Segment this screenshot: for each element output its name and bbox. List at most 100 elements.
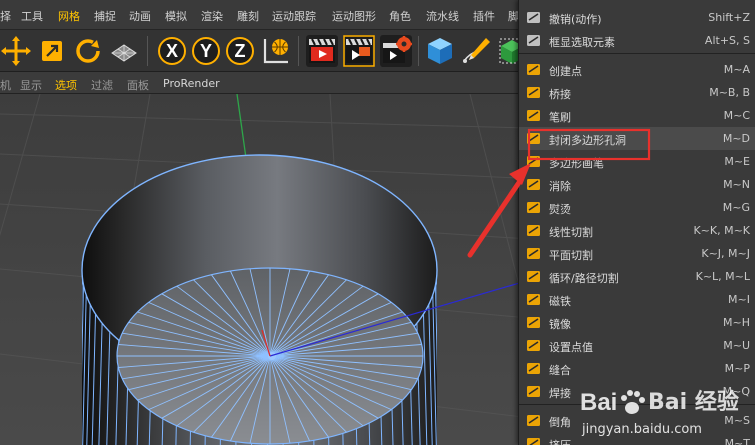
viewport-menu-options[interactable]: 选项 <box>55 77 77 93</box>
dissolve-icon <box>525 176 543 193</box>
context-menu-item-shortcut: Alt+S, S <box>704 34 750 47</box>
context-menu-item[interactable]: 消除 M~N <box>519 173 755 196</box>
viewport-menu-panel[interactable]: 面板 <box>127 77 149 93</box>
context-menu-item-shortcut: M~H <box>723 316 750 329</box>
bevel-icon <box>525 412 543 429</box>
context-menu-item-label: 挤压 <box>549 437 571 445</box>
context-menu-item[interactable]: 多边形画笔 M~E <box>519 150 755 173</box>
viewport-menu-filter[interactable]: 过滤 <box>91 77 113 93</box>
grid-icon[interactable] <box>108 35 140 67</box>
context-menu-item[interactable]: 挤压 M~T <box>519 432 755 445</box>
menu-separator <box>519 53 755 54</box>
context-menu-item[interactable]: 倒角 M~S <box>519 409 755 432</box>
context-menu-item[interactable]: 撤销(动作) Shift+Z <box>519 6 755 29</box>
z-axis-icon[interactable]: Z <box>224 35 256 67</box>
context-menu-item[interactable]: 镜像 M~H <box>519 311 755 334</box>
context-menu-item-shortcut: M~Q <box>722 385 750 398</box>
context-menu-item-shortcut: M~P <box>724 362 750 375</box>
context-menu-item-label: 焊接 <box>549 387 571 400</box>
viewport-menu-prorender[interactable]: ProRender <box>163 77 220 90</box>
frame-selection-icon <box>525 32 543 49</box>
context-menu-item-label: 笔刷 <box>549 111 571 124</box>
x-axis-label: X <box>166 41 178 61</box>
menu-pipeline[interactable]: 流水线 <box>426 8 459 24</box>
scale-icon[interactable] <box>36 35 68 67</box>
menu-simulate[interactable]: 模拟 <box>165 8 187 24</box>
menu-render[interactable]: 渲染 <box>201 8 223 24</box>
magnet-icon <box>525 291 543 308</box>
viewport-menu-camera[interactable]: 机 <box>0 77 11 93</box>
context-menu-item[interactable]: 创建点 M~A <box>519 58 755 81</box>
polygon-pen-icon <box>525 153 543 170</box>
menu-separator <box>519 404 755 405</box>
mesh-context-menu: 撤销(动作) Shift+Z 框显选取元素 Alt+S, S 创建点 M~A 桥接 M~B, … <box>518 0 755 445</box>
context-menu-item[interactable]: 磁铁 M~I <box>519 288 755 311</box>
iron-icon <box>525 199 543 216</box>
create-point-icon <box>525 61 543 78</box>
context-menu-item[interactable]: 循环/路径切割 K~L, M~L <box>519 265 755 288</box>
context-menu-item-shortcut: M~S <box>724 414 750 427</box>
context-menu-item-shortcut: M~T <box>724 437 750 445</box>
context-menu-item[interactable]: 焊接 M~Q <box>519 380 755 403</box>
side-wire-line <box>436 274 437 445</box>
context-menu-item-label: 熨烫 <box>549 203 571 216</box>
context-menu-item[interactable]: 桥接 M~B, B <box>519 81 755 104</box>
context-menu-item-shortcut: M~A <box>723 63 750 76</box>
undo-icon <box>525 9 543 26</box>
x-axis-icon[interactable]: X <box>156 35 188 67</box>
context-menu-item[interactable]: 平面切割 K~J, M~J <box>519 242 755 265</box>
line-cut-icon <box>525 222 543 239</box>
context-menu-item-label: 磁铁 <box>549 295 571 308</box>
cube-icon[interactable] <box>424 35 456 67</box>
render-picture-icon[interactable] <box>343 35 375 67</box>
cylinder-mesh[interactable] <box>79 154 441 445</box>
z-axis-label: Z <box>235 41 246 61</box>
render-view-icon[interactable] <box>306 35 338 67</box>
menu-mesh[interactable]: 网格 <box>58 8 80 24</box>
menu-mograph[interactable]: 运动图形 <box>332 8 376 24</box>
extrude-icon <box>525 435 543 445</box>
context-menu-item[interactable]: 笔刷 M~C <box>519 104 755 127</box>
context-menu-item-label: 封闭多边形孔洞 <box>549 134 626 147</box>
context-menu-item-label: 镜像 <box>549 318 571 331</box>
menu-sculpt[interactable]: 雕刻 <box>237 8 259 24</box>
context-menu-item-shortcut: M~C <box>723 109 750 122</box>
y-axis-icon[interactable]: Y <box>190 35 222 67</box>
move-icon[interactable] <box>0 35 32 67</box>
menu-animate[interactable]: 动画 <box>129 8 151 24</box>
y-axis-label: Y <box>200 41 212 61</box>
render-settings-icon[interactable] <box>380 35 412 67</box>
menu-character[interactable]: 角色 <box>389 8 411 24</box>
rotate-icon[interactable] <box>72 35 104 67</box>
menu-select[interactable]: 择 <box>0 8 11 24</box>
context-menu-item-shortcut: M~B, B <box>709 86 750 99</box>
viewport-menu-display[interactable]: 显示 <box>20 77 42 93</box>
context-menu-item-shortcut: Shift+Z <box>708 11 750 24</box>
context-menu-item-shortcut: M~N <box>723 178 750 191</box>
context-menu-item[interactable]: 熨烫 M~G <box>519 196 755 219</box>
context-menu-item-label: 倒角 <box>549 416 571 429</box>
context-menu-item[interactable]: 线性切割 K~K, M~K <box>519 219 755 242</box>
context-menu-item-label: 多边形画笔 <box>549 157 604 170</box>
context-menu-item-label: 平面切割 <box>549 249 593 262</box>
loop-path-cut-icon <box>525 268 543 285</box>
context-menu-item-label: 撤销(动作) <box>549 13 602 26</box>
context-menu-item-shortcut: K~K, M~K <box>693 224 750 237</box>
context-menu-item-shortcut: K~L, M~L <box>695 270 750 283</box>
menu-snap[interactable]: 捕捉 <box>94 8 116 24</box>
context-menu-item-label: 桥接 <box>549 88 571 101</box>
context-menu-item-label: 框显选取元素 <box>549 36 615 49</box>
menu-motion-tracking[interactable]: 运动跟踪 <box>272 8 316 24</box>
context-menu-item[interactable]: 设置点值 M~U <box>519 334 755 357</box>
close-polygon-hole-icon <box>525 130 543 147</box>
menu-plugins[interactable]: 插件 <box>473 8 495 24</box>
context-menu-item[interactable]: 框显选取元素 Alt+S, S <box>519 29 755 52</box>
pen-icon[interactable] <box>460 35 492 67</box>
context-menu-item[interactable]: 封闭多边形孔洞 M~D <box>519 127 755 150</box>
menu-tools[interactable]: 工具 <box>21 8 43 24</box>
context-menu-item-shortcut: M~U <box>723 339 750 352</box>
context-menu-item[interactable]: 缝合 M~P <box>519 357 755 380</box>
coordinate-system-icon[interactable] <box>260 35 292 67</box>
context-menu-item-label: 消除 <box>549 180 571 193</box>
context-menu-item-label: 创建点 <box>549 65 582 78</box>
